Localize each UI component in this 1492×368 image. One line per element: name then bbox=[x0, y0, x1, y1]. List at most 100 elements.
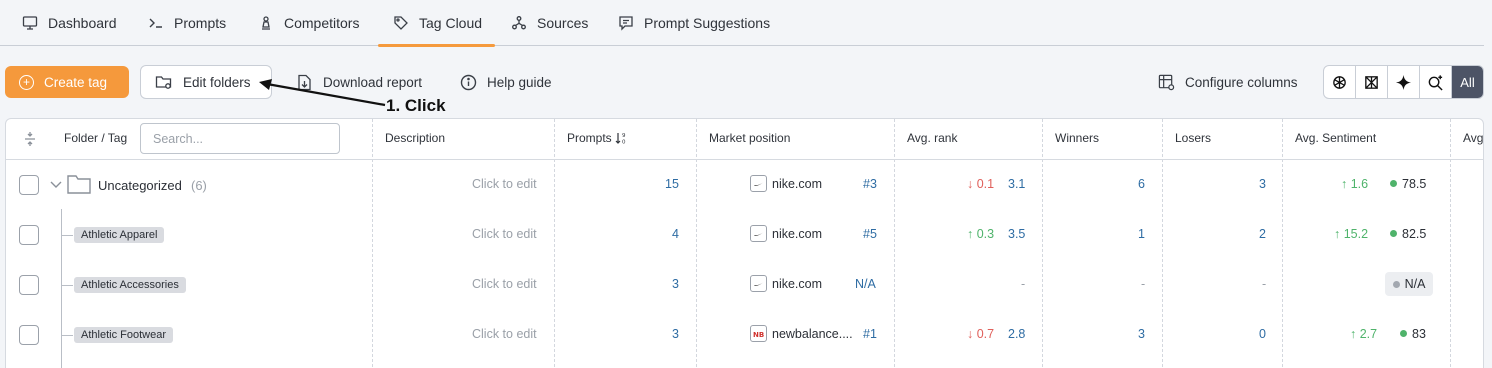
tab-label: Prompts bbox=[174, 15, 227, 31]
nike-favicon-icon bbox=[750, 175, 767, 192]
rank-delta: ↓ 0.1 bbox=[967, 177, 995, 191]
description-cell[interactable]: Click to edit bbox=[472, 177, 537, 191]
winners-cell[interactable]: 1 bbox=[1138, 227, 1145, 241]
row-checkbox[interactable] bbox=[19, 275, 39, 295]
description-cell[interactable]: Click to edit bbox=[472, 227, 537, 241]
tab-sources[interactable]: Sources bbox=[511, 0, 588, 46]
sentiment-delta: ↑ 2.7 bbox=[1350, 327, 1378, 341]
folder-gear-icon bbox=[155, 75, 172, 89]
sentiment-value: 82.5 bbox=[1390, 227, 1426, 241]
tag-chip[interactable]: Athletic Apparel bbox=[74, 227, 165, 243]
model-ai-search-button[interactable] bbox=[1420, 66, 1452, 98]
search-sparkle-icon bbox=[1428, 74, 1443, 91]
avg-rank-value: - bbox=[1021, 277, 1026, 291]
tab-dashboard[interactable]: Dashboard bbox=[22, 0, 117, 46]
header-prompts[interactable]: Prompts 90 bbox=[567, 131, 629, 145]
header-description: Description bbox=[385, 131, 446, 145]
tab-label: Competitors bbox=[284, 15, 360, 31]
configure-columns-button[interactable]: Configure columns bbox=[1158, 66, 1298, 98]
tab-prompts[interactable]: Prompts bbox=[148, 0, 226, 46]
folder-name[interactable]: Uncategorized bbox=[98, 178, 182, 193]
model-filter-group: All bbox=[1323, 65, 1484, 99]
tab-label: Dashboard bbox=[48, 15, 117, 31]
market-domain: newbalance.... bbox=[772, 327, 853, 341]
model-all-button[interactable]: All bbox=[1452, 66, 1483, 98]
edit-folders-label: Edit folders bbox=[183, 74, 251, 90]
svg-text:0: 0 bbox=[622, 140, 626, 146]
nike-favicon-icon bbox=[750, 225, 767, 242]
avg-rank-value: 3.1 bbox=[1008, 177, 1026, 191]
losers-cell[interactable]: 3 bbox=[1259, 177, 1266, 191]
tab-prompt-suggestions[interactable]: Prompt Suggestions bbox=[618, 0, 770, 46]
header-more: Avg bbox=[1463, 131, 1484, 145]
sparkle-icon bbox=[1395, 74, 1412, 90]
losers-cell[interactable]: 2 bbox=[1259, 227, 1266, 241]
info-circle-icon bbox=[460, 74, 477, 90]
header-market-position: Market position bbox=[709, 131, 791, 145]
tag-table: Folder / Tag Description Prompts 90 Mark… bbox=[5, 118, 1484, 368]
prompts-cell[interactable]: 4 bbox=[672, 227, 679, 241]
newbalance-favicon-icon: NB bbox=[750, 325, 767, 342]
monitor-icon bbox=[22, 16, 38, 30]
header-avg-rank: Avg. rank bbox=[907, 131, 958, 145]
tag-icon bbox=[394, 16, 408, 30]
svg-text:9: 9 bbox=[622, 133, 626, 139]
prompts-cell[interactable]: 3 bbox=[672, 327, 679, 341]
help-guide-button[interactable]: Help guide bbox=[460, 66, 552, 98]
tab-tag-cloud[interactable]: Tag Cloud bbox=[378, 0, 495, 47]
annotation-label: 1. Click bbox=[386, 96, 446, 115]
model-perplexity-button[interactable] bbox=[1356, 66, 1388, 98]
tab-label: Prompt Suggestions bbox=[644, 15, 771, 31]
model-chatgpt-button[interactable] bbox=[1324, 66, 1356, 98]
svg-text:NB: NB bbox=[753, 331, 764, 338]
edit-folders-button[interactable]: Edit folders bbox=[140, 65, 272, 99]
winners-cell[interactable]: 6 bbox=[1138, 177, 1145, 191]
header-prompts-label: Prompts bbox=[567, 131, 612, 145]
tab-label: Sources bbox=[537, 15, 589, 31]
chevron-down-icon[interactable] bbox=[50, 180, 62, 190]
sort-desc-icon: 90 bbox=[615, 133, 626, 146]
chat-suggestion-icon bbox=[619, 16, 633, 31]
sentiment-value: 78.5 bbox=[1390, 177, 1426, 191]
row-checkbox[interactable] bbox=[19, 225, 39, 245]
header-folder-tag: Folder / Tag bbox=[64, 131, 128, 145]
market-domain: nike.com bbox=[772, 277, 823, 291]
top-nav: Dashboard Prompts Competitors Tag Cloud … bbox=[0, 0, 1484, 47]
losers-cell[interactable]: 0 bbox=[1259, 327, 1266, 341]
market-domain: nike.com bbox=[772, 177, 823, 191]
row-checkbox[interactable] bbox=[19, 325, 39, 345]
terminal-icon bbox=[149, 18, 162, 28]
tab-label: Tag Cloud bbox=[419, 15, 483, 31]
market-position-value: #1 bbox=[863, 327, 877, 341]
model-gemini-button[interactable] bbox=[1388, 66, 1420, 98]
sentiment-na-badge: N/A bbox=[1385, 272, 1433, 296]
winners-cell: - bbox=[1141, 277, 1146, 291]
folder-icon bbox=[67, 175, 91, 194]
sentiment-value: 83 bbox=[1400, 327, 1426, 341]
create-tag-label: Create tag bbox=[44, 74, 108, 90]
description-cell[interactable]: Click to edit bbox=[472, 277, 537, 291]
tag-search-input[interactable] bbox=[140, 123, 340, 154]
market-domain: nike.com bbox=[772, 227, 823, 241]
network-icon bbox=[512, 16, 526, 30]
create-tag-button[interactable]: + Create tag bbox=[5, 66, 129, 98]
header-avg-sentiment: Avg. Sentiment bbox=[1295, 131, 1377, 145]
plus-circle-icon: + bbox=[19, 74, 34, 90]
tag-chip[interactable]: Athletic Accessories bbox=[74, 277, 186, 293]
description-cell[interactable]: Click to edit bbox=[472, 327, 537, 341]
sentiment-delta: ↑ 15.2 bbox=[1334, 227, 1369, 241]
collapse-all-icon[interactable] bbox=[22, 131, 38, 147]
help-guide-label: Help guide bbox=[487, 74, 552, 90]
configure-columns-label: Configure columns bbox=[1185, 74, 1298, 90]
market-position-value: #3 bbox=[863, 177, 877, 191]
rank-delta: ↑ 0.3 bbox=[967, 227, 995, 241]
prompts-cell[interactable]: 15 bbox=[665, 177, 679, 191]
market-position-value: N/A bbox=[855, 277, 876, 291]
row-checkbox[interactable] bbox=[19, 175, 39, 195]
tab-competitors[interactable]: Competitors bbox=[258, 0, 359, 46]
winners-cell[interactable]: 3 bbox=[1138, 327, 1145, 341]
avg-rank-value: 3.5 bbox=[1008, 227, 1026, 241]
annotation-arrow bbox=[259, 79, 386, 107]
prompts-cell[interactable]: 3 bbox=[672, 277, 679, 291]
tag-chip[interactable]: Athletic Footwear bbox=[74, 327, 173, 343]
